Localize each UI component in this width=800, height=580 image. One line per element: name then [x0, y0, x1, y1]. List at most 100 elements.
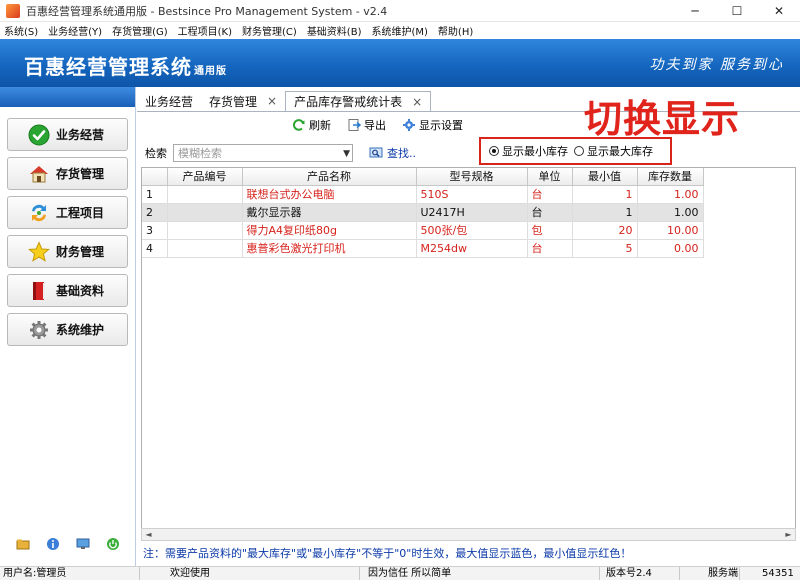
product-min: 20 [572, 221, 638, 240]
product-unit: 包 [527, 221, 573, 240]
sidebar: 业务经营 存货管理 工程项目 财务管理 基础资料 系统维护 [0, 87, 136, 567]
horizontal-scrollbar[interactable]: ◄ ► [141, 528, 796, 541]
sidebar-item-finance[interactable]: 财务管理 [7, 235, 128, 268]
sidebar-item-label: 业务经营 [56, 128, 105, 142]
radio-label: 显示最小库存 [502, 145, 568, 158]
search-placeholder: 模糊检索 [178, 147, 222, 160]
tab-inventory[interactable]: 存货管理 × [201, 91, 285, 111]
sidebar-item-inventory[interactable]: 存货管理 [7, 157, 128, 190]
product-model: 510S [416, 185, 528, 204]
annotation-switch-display: 切换显示 [584, 97, 741, 141]
export-button[interactable]: 导出 [347, 117, 386, 133]
sidebar-item-label: 财务管理 [56, 245, 105, 259]
sidebar-item-project[interactable]: 工程项目 [7, 196, 128, 229]
product-qty: 1.00 [637, 203, 704, 222]
table-row[interactable]: 3 得力A4复印纸80g 500张/包 包 20 10.00 [142, 221, 704, 240]
status-version: 版本号2.4 [600, 566, 680, 580]
stock-display-toggle: 显示最小库存 显示最大库存 [479, 137, 672, 165]
product-unit: 台 [527, 203, 573, 222]
star-icon [28, 240, 50, 263]
product-qty: 0.00 [637, 239, 704, 258]
row-index: 1 [142, 185, 168, 204]
radio-show-max-stock[interactable]: 显示最大库存 [574, 143, 653, 159]
menu-basic-data[interactable]: 基础资料(B) [307, 23, 362, 38]
product-min: 1 [572, 203, 638, 222]
table-row[interactable]: 2 戴尔显示器 U2417H 台 1 1.00 [142, 203, 704, 222]
scroll-right-icon[interactable]: ► [782, 529, 795, 540]
column-header-model[interactable]: 型号规格 [416, 168, 528, 186]
power-icon[interactable] [106, 537, 120, 551]
radio-show-min-stock[interactable]: 显示最小库存 [489, 143, 568, 159]
folder-icon[interactable] [16, 537, 30, 551]
status-port: 54351 [762, 567, 794, 579]
column-header-code[interactable]: 产品编号 [167, 168, 243, 186]
menu-project[interactable]: 工程项目(K) [178, 23, 232, 38]
stock-alert-table: 产品编号 产品名称 型号规格 单位 最小值 库存数量 1 联想台式办公电脑 51… [141, 167, 796, 541]
sidebar-item-business[interactable]: 业务经营 [7, 118, 128, 151]
product-name: 戴尔显示器 [242, 203, 417, 222]
refresh-label: 刷新 [309, 119, 331, 132]
find-label: 查找.. [387, 147, 416, 160]
brand-name: 百惠经营管理系统 [24, 55, 192, 79]
close-icon[interactable]: × [412, 95, 422, 109]
display-settings-label: 显示设置 [419, 119, 463, 132]
sidebar-item-label: 存货管理 [56, 167, 105, 181]
product-code [167, 203, 243, 222]
sidebar-item-label: 系统维护 [56, 323, 105, 337]
sidebar-item-basic-data[interactable]: 基础资料 [7, 274, 128, 307]
sidebar-item-maintenance[interactable]: 系统维护 [7, 313, 128, 346]
tab-bar: 业务经营 存货管理 × 产品库存警戒统计表 × [137, 91, 432, 111]
brand-slogan: 功夫到家 服务到心 [649, 57, 784, 73]
export-label: 导出 [364, 119, 386, 132]
product-unit: 台 [527, 185, 573, 204]
chevron-down-icon[interactable]: ▼ [343, 145, 350, 163]
menu-inventory[interactable]: 存货管理(G) [112, 23, 168, 38]
refresh-icon [292, 118, 306, 132]
minimize-button[interactable]: ─ [674, 0, 716, 22]
tab-business[interactable]: 业务经营 [137, 91, 201, 111]
brand-edition: 通用版 [194, 66, 227, 77]
find-button[interactable]: 查找.. [369, 145, 416, 161]
menu-business[interactable]: 业务经营(Y) [48, 23, 102, 38]
menu-bar: 系统(S) 业务经营(Y) 存货管理(G) 工程项目(K) 财务管理(C) 基础… [0, 22, 800, 39]
gear-icon [28, 319, 50, 341]
sidebar-item-label: 工程项目 [56, 206, 105, 220]
column-header-index[interactable] [142, 168, 168, 186]
close-window-button[interactable]: ✕ [758, 0, 800, 22]
scroll-left-icon[interactable]: ◄ [142, 529, 155, 540]
tab-label: 存货管理 [209, 94, 258, 109]
radio-dot [489, 146, 499, 156]
search-label: 检索 [145, 147, 167, 160]
tab-stock-alert-report[interactable]: 产品库存警戒统计表 × [285, 91, 432, 111]
column-header-min[interactable]: 最小值 [572, 168, 638, 186]
table-row[interactable]: 1 联想台式办公电脑 510S 台 1 1.00 [142, 185, 704, 204]
column-header-unit[interactable]: 单位 [527, 168, 573, 186]
radio-label: 显示最大库存 [587, 145, 653, 158]
row-index: 2 [142, 203, 168, 222]
check-icon [28, 124, 50, 146]
monitor-icon[interactable] [76, 537, 90, 551]
column-header-qty[interactable]: 库存数量 [637, 168, 704, 186]
recycle-icon [28, 202, 50, 224]
maximize-button[interactable]: ☐ [716, 0, 758, 22]
column-header-name[interactable]: 产品名称 [242, 168, 417, 186]
menu-help[interactable]: 帮助(H) [438, 23, 473, 38]
menu-maintenance[interactable]: 系统维护(M) [371, 23, 427, 38]
menu-finance[interactable]: 财务管理(C) [242, 23, 297, 38]
search-input[interactable]: 模糊检索 ▼ [173, 144, 353, 162]
display-settings-button[interactable]: 显示设置 [402, 117, 463, 133]
info-icon[interactable] [46, 537, 60, 551]
row-index: 3 [142, 221, 168, 240]
product-name: 联想台式办公电脑 [242, 185, 417, 204]
refresh-button[interactable]: 刷新 [292, 117, 331, 133]
product-min: 5 [572, 239, 638, 258]
menu-system[interactable]: 系统(S) [4, 23, 38, 38]
table-row[interactable]: 4 惠普彩色激光打印机 M254dw 台 5 0.00 [142, 239, 704, 258]
window-controls: ─ ☐ ✕ [674, 0, 800, 22]
close-icon[interactable]: × [267, 94, 277, 108]
status-bar: 用户名:管理员 欢迎使用 因为信任 所以简单 版本号2.4 服务端 54351 [0, 566, 800, 580]
product-code [167, 185, 243, 204]
product-model: M254dw [416, 239, 528, 258]
house-icon [28, 163, 50, 185]
app-icon [6, 3, 20, 18]
